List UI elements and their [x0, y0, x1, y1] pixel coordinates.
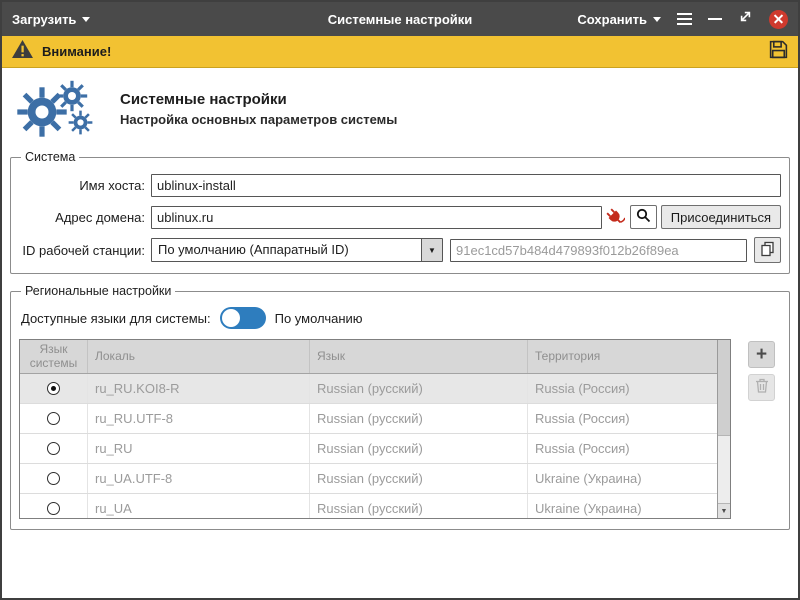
chevron-down-icon: ▼	[421, 239, 442, 261]
main-content: Системные настройки Настройка основных п…	[2, 68, 798, 598]
languages-label: Доступные языки для системы:	[21, 311, 211, 326]
scroll-down-icon[interactable]: ▼	[718, 503, 730, 518]
hostname-input[interactable]	[151, 174, 781, 197]
column-header-territory: Территория	[528, 340, 717, 373]
join-domain-button[interactable]: Присоединиться	[661, 205, 781, 229]
hostname-label: Имя хоста:	[19, 178, 151, 193]
warning-icon	[11, 39, 34, 64]
row-radio[interactable]	[47, 502, 60, 515]
gears-icon	[16, 80, 102, 138]
cell-language: Russian (русский)	[310, 434, 528, 463]
locale-table-body: ru_RU.KOI8-R Russian (русский) Russia (Р…	[20, 374, 717, 518]
app-header: Системные настройки Настройка основных п…	[10, 76, 790, 150]
toggle-label: По умолчанию	[275, 311, 363, 326]
trash-icon	[755, 378, 769, 398]
column-header-locale: Локаль	[88, 340, 310, 373]
cell-territory: Ukraine (Украина)	[528, 464, 717, 493]
row-radio[interactable]	[47, 472, 60, 485]
chevron-down-icon	[82, 17, 90, 22]
regional-legend: Региональные настройки	[21, 284, 175, 298]
station-id-value-field[interactable]	[450, 239, 747, 262]
cell-language: Russian (русский)	[310, 464, 528, 493]
default-languages-toggle[interactable]	[220, 307, 266, 329]
cell-language: Russian (русский)	[310, 404, 528, 433]
close-icon[interactable]	[769, 10, 788, 29]
table-row[interactable]: ru_UA.UTF-8 Russian (русский) Ukraine (У…	[20, 464, 717, 494]
copy-icon	[760, 241, 775, 260]
cell-territory: Russia (Россия)	[528, 404, 717, 433]
regional-section: Региональные настройки Доступные языки д…	[10, 284, 790, 530]
column-header-system-language: Язык системы	[20, 340, 88, 373]
add-locale-button[interactable]: +	[748, 341, 775, 368]
table-scrollbar[interactable]: ▼	[717, 340, 730, 518]
cell-language: Russian (русский)	[310, 494, 528, 518]
page-subtitle: Настройка основных параметров системы	[120, 112, 397, 127]
search-icon	[636, 208, 651, 226]
save-menu-label: Сохранить	[577, 12, 647, 27]
cell-language: Russian (русский)	[310, 374, 528, 403]
disconnected-plug-icon	[605, 208, 627, 227]
cell-territory: Ukraine (Украина)	[528, 494, 717, 518]
system-legend: Система	[21, 150, 79, 164]
delete-locale-button[interactable]	[748, 374, 775, 401]
table-row[interactable]: ru_UA Russian (русский) Ukraine (Украина…	[20, 494, 717, 518]
scrollbar-thumb[interactable]	[718, 340, 730, 436]
station-id-selected-option: По умолчанию (Аппаратный ID)	[152, 239, 421, 261]
copy-id-button[interactable]	[754, 237, 781, 263]
station-id-select[interactable]: По умолчанию (Аппаратный ID) ▼	[151, 238, 443, 262]
minimize-icon[interactable]	[708, 18, 722, 20]
cell-locale: ru_UA.UTF-8	[88, 464, 310, 493]
cell-locale: ru_UA	[88, 494, 310, 518]
column-header-language: Язык	[310, 340, 528, 373]
settings-window: Загрузить Системные настройки Сохранить	[0, 0, 800, 600]
table-row[interactable]: ru_RU.UTF-8 Russian (русский) Russia (Ро…	[20, 404, 717, 434]
table-row[interactable]: ru_RU Russian (русский) Russia (Россия)	[20, 434, 717, 464]
row-radio[interactable]	[47, 442, 60, 455]
row-radio[interactable]	[47, 382, 60, 395]
cell-locale: ru_RU	[88, 434, 310, 463]
domain-label: Адрес домена:	[19, 210, 151, 225]
cell-locale: ru_RU.KOI8-R	[88, 374, 310, 403]
chevron-down-icon	[653, 17, 661, 22]
save-file-icon[interactable]	[768, 39, 789, 65]
domain-input[interactable]	[151, 206, 602, 229]
station-id-label: ID рабочей станции:	[19, 243, 151, 258]
search-domain-button[interactable]	[630, 205, 657, 229]
cell-locale: ru_RU.UTF-8	[88, 404, 310, 433]
titlebar: Загрузить Системные настройки Сохранить	[2, 2, 798, 36]
locale-table: Язык системы Локаль Язык Территория ru_R…	[19, 339, 731, 519]
system-section: Система Имя хоста: Адрес домена:	[10, 150, 790, 274]
hamburger-menu-icon[interactable]	[677, 13, 692, 25]
load-menu-label: Загрузить	[12, 12, 76, 27]
resize-icon[interactable]	[738, 9, 753, 29]
page-title: Системные настройки	[120, 91, 397, 108]
save-menu-button[interactable]: Сохранить	[577, 12, 661, 27]
cell-territory: Russia (Россия)	[528, 434, 717, 463]
warning-message: Внимание!	[42, 44, 111, 59]
locale-table-header: Язык системы Локаль Язык Территория	[20, 340, 717, 374]
load-menu-button[interactable]: Загрузить	[12, 12, 90, 27]
cell-territory: Russia (Россия)	[528, 374, 717, 403]
warning-bar: Внимание!	[2, 36, 798, 68]
row-radio[interactable]	[47, 412, 60, 425]
table-row[interactable]: ru_RU.KOI8-R Russian (русский) Russia (Р…	[20, 374, 717, 404]
